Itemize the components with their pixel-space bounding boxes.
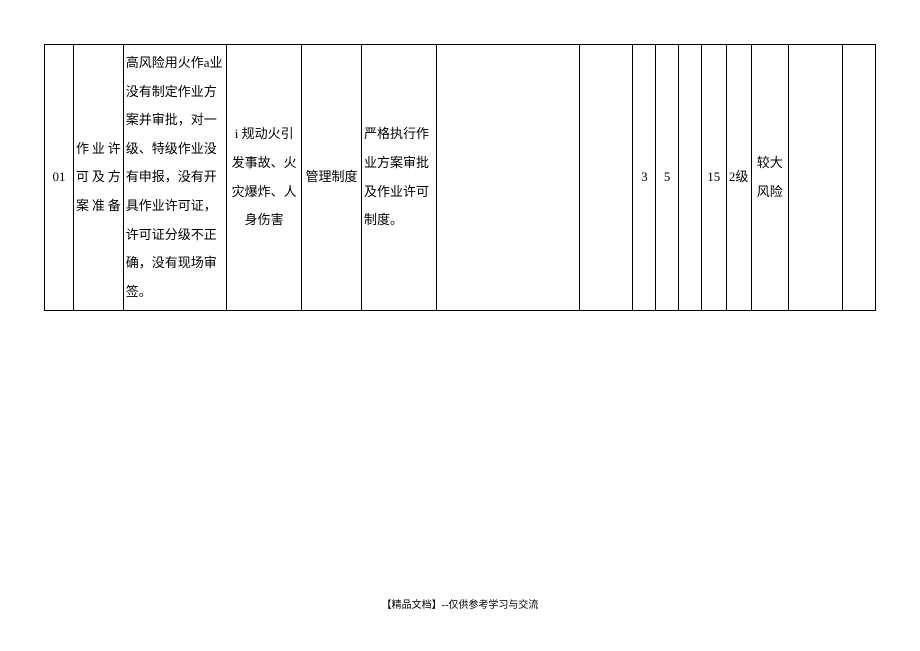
table-container: 01 作业许可及方案准备 高风险用火作a业没有制定作业方案并审批，对一级、特级作… bbox=[44, 44, 876, 311]
footer-text: 【精品文档】--仅供参考学习与交流 bbox=[0, 596, 920, 611]
cell-type: 管理制度 bbox=[301, 45, 361, 311]
cell-7 bbox=[579, 45, 633, 311]
cell-consequence: i 规动火引发事故、火灾爆炸、人 身伤害 bbox=[227, 45, 302, 311]
cell-10 bbox=[679, 45, 702, 311]
cell-6 bbox=[436, 45, 579, 311]
cell-l: 3 bbox=[633, 45, 656, 311]
risk-table: 01 作业许可及方案准备 高风险用火作a业没有制定作业方案并审批，对一级、特级作… bbox=[44, 44, 876, 311]
cell-id: 01 bbox=[45, 45, 74, 311]
cell-risk: 较大风险 bbox=[751, 45, 788, 311]
table-row: 01 作业许可及方案准备 高风险用火作a业没有制定作业方案并审批，对一级、特级作… bbox=[45, 45, 876, 311]
cell-measure: 严格执行作业方案审批及作业许可制度。 bbox=[362, 45, 437, 311]
cell-14 bbox=[788, 45, 842, 311]
cell-15 bbox=[842, 45, 875, 311]
cell-hazard: 高风险用火作a业没有制定作业方案并审批，对一级、特级作业没有申报，没有开具作业许… bbox=[123, 45, 227, 311]
cell-s: 5 bbox=[656, 45, 679, 311]
cell-r: 15 bbox=[701, 45, 726, 311]
cell-activity: 作业许可及方案准备 bbox=[74, 45, 124, 311]
cell-level: 2级 bbox=[726, 45, 751, 311]
